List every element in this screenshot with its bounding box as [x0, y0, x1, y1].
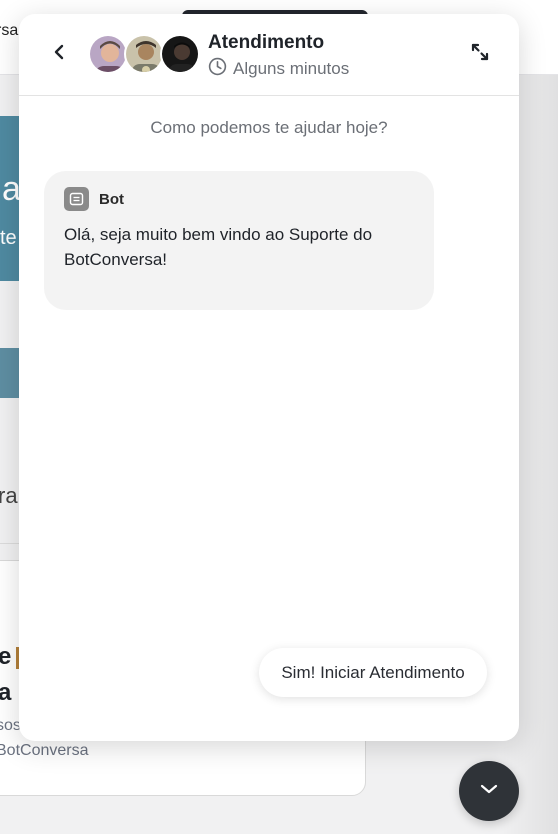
- bot-sender-name: Bot: [99, 190, 124, 208]
- expand-button[interactable]: [466, 40, 494, 68]
- agent-avatar-1: [88, 34, 128, 74]
- bot-icon: [64, 187, 89, 211]
- bot-message-header: Bot: [64, 187, 124, 211]
- back-button[interactable]: [43, 38, 75, 70]
- agent-avatar-2: [124, 34, 164, 74]
- background-section-text: ra: [0, 483, 18, 508]
- chat-title: Atendimento: [208, 32, 325, 53]
- wait-time-text: Alguns minutos: [233, 59, 350, 78]
- background-card-text: sos: [0, 717, 21, 734]
- bot-message-text: Olá, seja muito bem vindo ao Suporte do …: [64, 225, 373, 269]
- agent-avatars: [88, 34, 200, 74]
- background-brand-text: rsa: [0, 22, 19, 39]
- background-banner-text: te: [0, 227, 17, 249]
- bot-message-bubble: Bot Olá, seja muito bem vindo ao Suporte…: [44, 171, 434, 310]
- chat-widget: Atendimento Alguns minutos Como podemos …: [19, 14, 519, 741]
- chat-launcher-button[interactable]: [459, 761, 519, 821]
- chevron-left-icon: [52, 44, 66, 65]
- expand-arrows-icon: [471, 43, 489, 66]
- clock-icon: [208, 57, 227, 81]
- background-card-heading-line2: a: [0, 679, 12, 706]
- background-card-brand: BotConversa: [0, 742, 89, 759]
- chat-prompt: Como podemos te ajudar hoje?: [150, 118, 388, 137]
- chevron-down-icon: [479, 782, 499, 800]
- chat-wait-time: Alguns minutos: [208, 57, 350, 81]
- background-card-heading-line1: e: [0, 643, 12, 670]
- start-service-button[interactable]: Sim! Iniciar Atendimento: [259, 648, 487, 697]
- agent-avatar-3: [160, 34, 200, 74]
- chat-header: Atendimento Alguns minutos: [19, 14, 519, 96]
